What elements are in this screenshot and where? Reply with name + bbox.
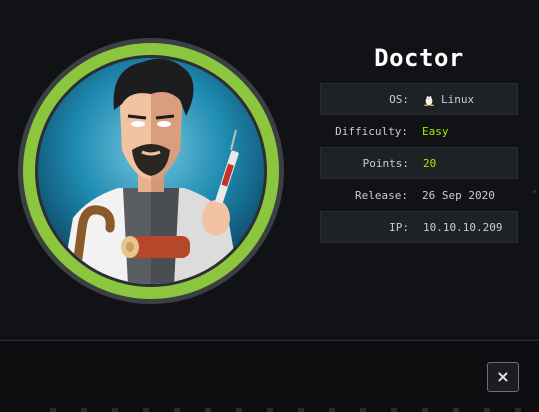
info-value-points: 20: [423, 156, 437, 170]
info-row-release: Release: 26 Sep 2020: [320, 179, 518, 211]
info-row-ip: IP: 10.10.10.209: [320, 211, 518, 243]
info-value-release: 26 Sep 2020: [422, 188, 495, 202]
doctor-avatar-icon: [18, 38, 284, 304]
dialog-footer: [0, 341, 539, 412]
footer-pattern: [50, 408, 539, 412]
info-value-os: Linux: [423, 93, 517, 106]
machine-avatar: [18, 38, 284, 304]
info-value-difficulty: Easy: [422, 124, 449, 138]
close-button[interactable]: ×: [487, 362, 519, 392]
info-row-os: OS: Linux: [320, 83, 518, 115]
info-value-ip: 10.10.10.209: [423, 220, 503, 234]
info-key-os: OS:: [389, 92, 409, 106]
info-row-points: Points: 20: [320, 147, 518, 179]
info-key-points: Points:: [362, 156, 409, 170]
machine-card: Doctor OS: Linux Difficulty: Easy Points…: [0, 0, 539, 340]
edge-dot: [533, 190, 536, 193]
machine-name: Doctor: [374, 44, 464, 72]
info-row-difficulty: Difficulty: Easy: [320, 115, 518, 147]
info-key-difficulty: Difficulty:: [335, 124, 408, 138]
machine-info-table: OS: Linux Difficulty: Easy Points: 20 Re…: [320, 83, 518, 243]
info-key-ip: IP:: [389, 220, 409, 234]
info-key-release: Release:: [355, 188, 408, 202]
linux-tux-icon: [424, 93, 434, 106]
os-label: Linux: [441, 92, 475, 106]
